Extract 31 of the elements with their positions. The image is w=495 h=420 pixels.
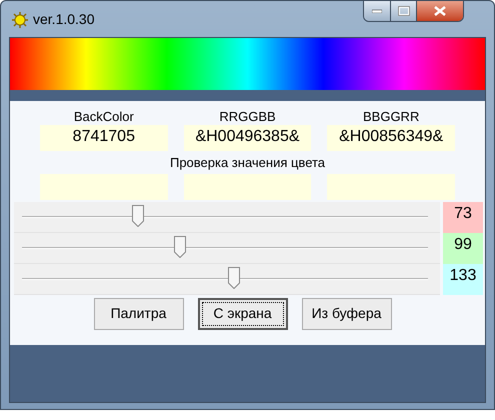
maximize-button[interactable] bbox=[391, 1, 417, 21]
value-readout: 73 bbox=[443, 202, 483, 232]
slider[interactable] bbox=[14, 232, 440, 264]
value-readout: 99 bbox=[443, 232, 483, 264]
value-readout: 133 bbox=[443, 264, 483, 294]
slider[interactable] bbox=[14, 202, 440, 232]
field-label: BackColor bbox=[74, 109, 134, 125]
sun-icon bbox=[11, 10, 29, 28]
slider-thumb[interactable] bbox=[132, 204, 144, 226]
close-button[interactable] bbox=[417, 1, 463, 21]
maximize-icon bbox=[398, 6, 410, 16]
close-icon bbox=[434, 6, 446, 16]
value-field[interactable]: &H00496385& bbox=[184, 125, 312, 151]
field-label: BBGGRR bbox=[362, 109, 420, 125]
color-spectrum[interactable] bbox=[10, 38, 485, 90]
minimize-icon bbox=[372, 9, 382, 13]
check-field[interactable] bbox=[40, 174, 168, 200]
action-button[interactable]: Палитра bbox=[94, 298, 184, 330]
slider[interactable] bbox=[14, 264, 440, 294]
check-field[interactable] bbox=[327, 174, 455, 200]
value-field[interactable]: &H00856349& bbox=[327, 125, 455, 151]
check-field[interactable] bbox=[184, 174, 312, 200]
action-button[interactable]: Из буфера bbox=[302, 298, 392, 330]
field-label: RRGGBB bbox=[219, 109, 276, 125]
slider-thumb[interactable] bbox=[174, 236, 186, 258]
window-title: ver.1.0.30 bbox=[33, 10, 94, 29]
slider-thumb[interactable] bbox=[228, 266, 240, 288]
value-field[interactable]: 8741705 bbox=[40, 125, 168, 151]
action-button[interactable]: С экрана bbox=[198, 298, 288, 330]
check-label: Проверка значения цвета bbox=[170, 154, 326, 172]
minimize-button[interactable] bbox=[364, 1, 391, 21]
